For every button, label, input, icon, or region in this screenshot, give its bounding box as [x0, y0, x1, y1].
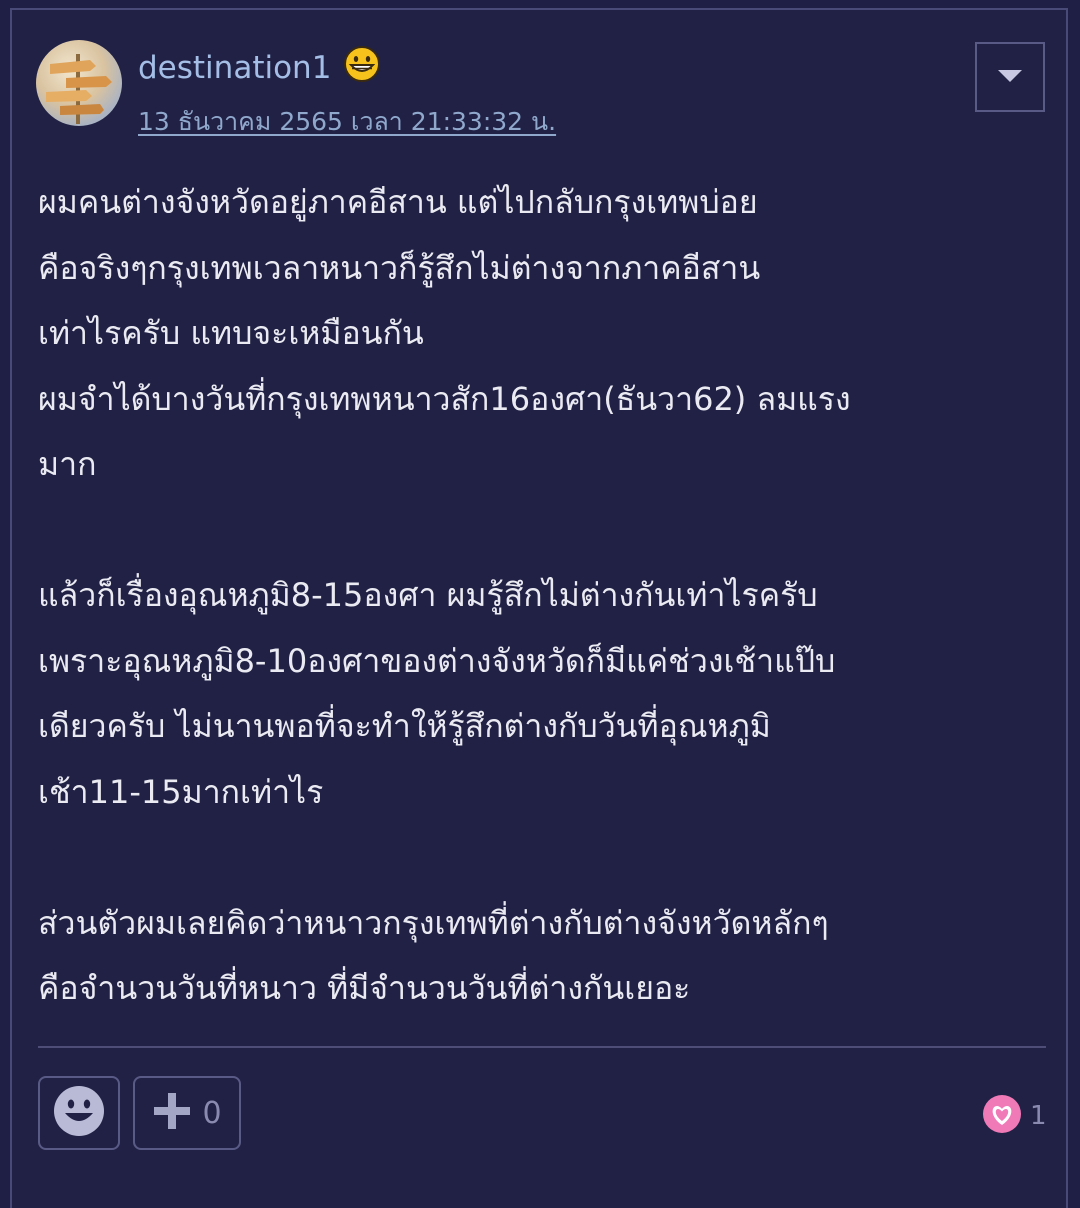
vote-count: 0: [202, 1095, 222, 1131]
emotion-button[interactable]: [38, 1076, 120, 1150]
username[interactable]: destination1: [138, 50, 331, 86]
text-line: คือจริงๆกรุงเทพเวลาหนาวก็รู้สึกไม่ต่างจา…: [38, 248, 761, 287]
plus-icon: [152, 1091, 192, 1135]
paragraph: แล้วก็เรื่องอุณหภูมิ8-15องศา ผมรู้สึกไม่…: [38, 563, 1048, 825]
smiley-face-icon: [53, 1085, 105, 1141]
text-line: แล้วก็เรื่องอุณหภูมิ8-15องศา ผมรู้สึกไม่…: [38, 576, 818, 614]
comment-menu-button[interactable]: [975, 42, 1045, 112]
grinning-face-icon: [343, 45, 381, 91]
comment-body: ผมคนต่างจังหวัดอยู่ภาคอีสาน แต่ไปกลับกรุ…: [38, 170, 1048, 1022]
text-line: เพราะอุณหภูมิ8-10องศาของต่างจังหวัดก็มีแ…: [38, 641, 836, 680]
reaction-count: 1: [1030, 1101, 1047, 1131]
vote-plus-button[interactable]: 0: [133, 1076, 241, 1150]
author-line: destination1: [138, 45, 381, 91]
text-line: มาก: [38, 445, 97, 483]
signpost-image: [46, 54, 112, 124]
reaction-summary[interactable]: 1: [982, 1094, 1047, 1138]
text-line: คือจำนวนวันที่หนาว ที่มีจำนวนวันที่ต่างก…: [38, 969, 691, 1007]
comment-timestamp[interactable]: 13 ธันวาคม 2565 เวลา 21:33:32 น.: [138, 102, 556, 142]
text-line: ผมคนต่างจังหวัดอยู่ภาคอีสาน แต่ไปกลับกรุ…: [38, 183, 758, 221]
text-line: เท่าไรครับ แทบจะเหมือนกัน: [38, 314, 424, 352]
heart-icon: [982, 1094, 1022, 1138]
text-line: เช้า11-15มากเท่าไร: [38, 772, 324, 811]
paragraph: ส่วนตัวผมเลยคิดว่าหนาวกรุงเทพที่ต่างกับต…: [38, 891, 1048, 1022]
text-line: เดียวครับ ไม่นานพอที่จะทำให้รู้สึกต่างกั…: [38, 707, 771, 745]
avatar[interactable]: [36, 40, 122, 126]
text-line: ผมจำได้บางวันที่กรุงเทพหนาวสัก16องศา(ธัน…: [38, 379, 851, 418]
chevron-down-icon: [997, 68, 1023, 87]
text-line: ส่วนตัวผมเลยคิดว่าหนาวกรุงเทพที่ต่างกับต…: [38, 903, 829, 942]
divider: [38, 1046, 1046, 1048]
paragraph: ผมคนต่างจังหวัดอยู่ภาคอีสาน แต่ไปกลับกรุ…: [38, 170, 1048, 498]
comment-card: destination1 13 ธันวาคม 2565 เวลา 21:33:…: [10, 8, 1068, 1208]
